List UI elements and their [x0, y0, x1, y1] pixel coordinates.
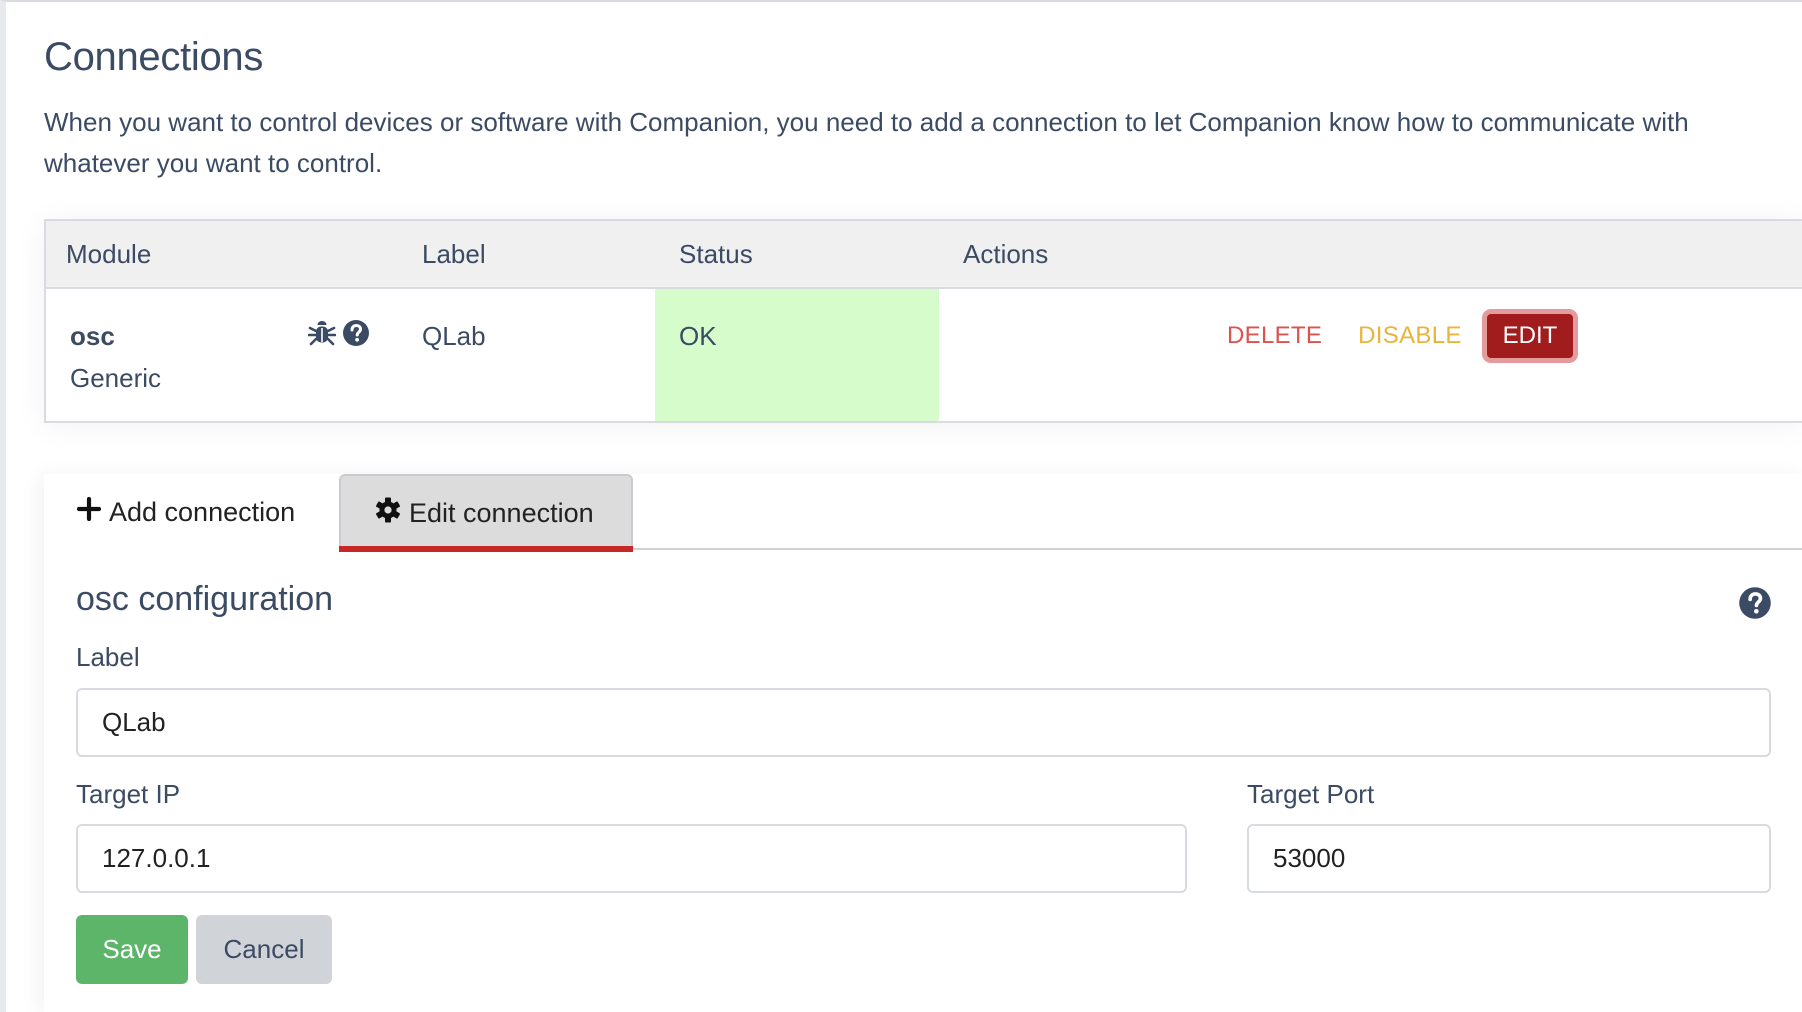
column-header-label: Label: [422, 239, 486, 269]
disable-button[interactable]: DISABLE: [1340, 310, 1479, 362]
page-title: Connections: [44, 35, 264, 79]
plus-icon: [76, 496, 102, 528]
status-badge: OK: [679, 321, 717, 351]
target-port-input[interactable]: [1247, 824, 1771, 893]
column-header-actions: Actions: [963, 239, 1049, 269]
module-name: osc: [70, 321, 115, 351]
edit-button[interactable]: EDIT: [1481, 309, 1579, 363]
help-icon[interactable]: [342, 319, 370, 347]
page-frame: Connections When you want to control dev…: [0, 0, 1802, 1012]
cancel-button[interactable]: Cancel: [196, 915, 332, 984]
tab-add-connection-label: Add connection: [109, 496, 296, 527]
connection-panel: Add connection Edit connection osc confi…: [44, 474, 1802, 1012]
module-icons: [308, 319, 370, 347]
page-intro: When you want to control devices or soft…: [44, 107, 1689, 178]
tab-bar: Add connection Edit connection: [44, 474, 1802, 552]
target-port-label: Target Port: [1247, 779, 1375, 809]
table-row: osc Generic QLab OK DELETE DISABLE EDIT: [46, 289, 1802, 421]
help-icon[interactable]: [1738, 586, 1772, 625]
target-ip-label: Target IP: [76, 779, 181, 809]
delete-button[interactable]: DELETE: [1209, 310, 1340, 362]
column-header-module: Module: [66, 239, 152, 269]
tab-edit-connection[interactable]: Edit connection: [339, 474, 633, 552]
module-manufacturer: Generic: [70, 363, 162, 393]
config-title: osc configuration: [76, 580, 334, 618]
column-header-status: Status: [679, 239, 753, 269]
table-header: Module Label Status Actions: [46, 221, 1802, 289]
status-cell: OK: [655, 289, 939, 421]
connections-table: Module Label Status Actions osc Generic: [44, 219, 1802, 423]
label-input[interactable]: [76, 688, 1771, 757]
tab-add-connection[interactable]: Add connection: [44, 474, 339, 550]
row-actions: DELETE DISABLE EDIT: [1209, 309, 1579, 363]
gear-icon: [375, 497, 401, 530]
save-button[interactable]: Save: [76, 915, 188, 984]
tab-edit-connection-label: Edit connection: [409, 497, 594, 528]
label-field-label: Label: [76, 642, 140, 672]
connection-label: QLab: [422, 321, 486, 351]
bug-icon[interactable]: [308, 319, 336, 347]
target-ip-input[interactable]: [76, 824, 1187, 893]
